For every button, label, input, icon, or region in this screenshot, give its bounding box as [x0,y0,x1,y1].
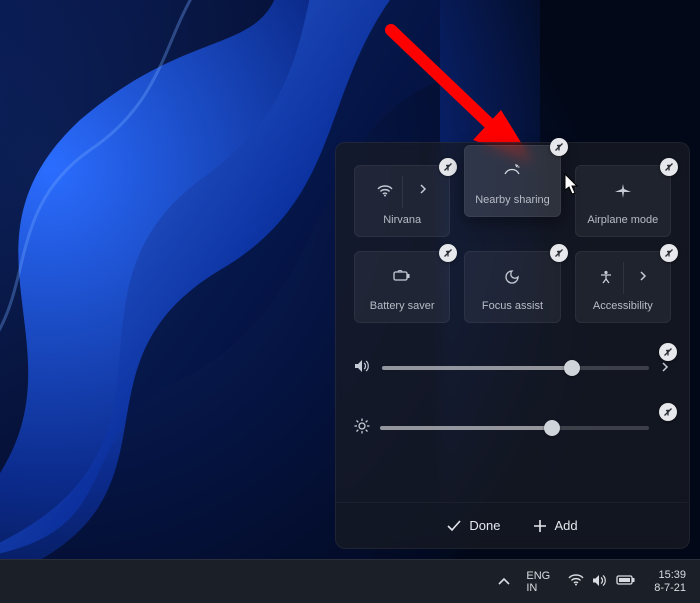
brightness-icon [354,418,370,439]
unpin-button[interactable] [550,138,568,156]
chevron-right-icon[interactable] [420,184,427,197]
nearby-sharing-icon [503,164,521,176]
wifi-icon [377,185,393,197]
unpin-button[interactable] [660,244,678,262]
focus-assist-tile[interactable]: Focus assist [464,251,560,323]
done-button[interactable]: Done [447,518,500,533]
done-label: Done [469,518,500,533]
lang-secondary: IN [526,582,537,594]
slider-thumb[interactable] [564,360,580,376]
quick-settings-panel: Nirvana Nearby sharing A [335,142,690,549]
tiles-row-1: Nirvana Nearby sharing A [354,165,671,237]
airplane-icon [615,184,631,198]
nearby-sharing-tile[interactable]: Nearby sharing [464,145,560,217]
plus-icon [534,520,546,532]
tile-label: Airplane mode [587,214,658,226]
tray-overflow-chevron[interactable] [490,569,518,595]
unpin-button[interactable] [660,158,678,176]
focus-assist-icon [505,270,519,284]
unpin-button[interactable] [550,244,568,262]
check-icon [447,520,461,532]
tile-label: Battery saver [370,300,435,312]
battery-saver-tile[interactable]: Battery saver [354,251,450,323]
tile-label: Accessibility [593,300,653,312]
add-button[interactable]: Add [534,518,577,533]
brightness-slider[interactable] [354,413,671,443]
tiles-row-2: Battery saver Focus assist [354,251,671,323]
airplane-mode-tile[interactable]: Airplane mode [575,165,671,237]
language-indicator[interactable]: ENG IN [518,570,558,594]
volume-icon [354,359,372,378]
tile-label: Nearby sharing [475,194,550,206]
wifi-tile[interactable]: Nirvana [354,165,450,237]
panel-footer: Done Add [336,502,689,548]
unpin-button[interactable] [439,158,457,176]
date-label: 8-7-21 [654,582,686,595]
lang-primary: ENG [526,570,550,582]
accessibility-icon [599,270,613,284]
slider-track[interactable] [380,426,649,430]
tile-label: Nirvana [383,214,421,226]
time-label: 15:39 [658,569,686,582]
slider-thumb[interactable] [544,420,560,436]
tile-label: Focus assist [482,300,543,312]
unpin-button[interactable] [659,343,677,361]
clock[interactable]: 15:39 8-7-21 [646,569,694,595]
volume-icon [592,574,608,590]
battery-icon [616,574,636,589]
unpin-button[interactable] [439,244,457,262]
unpin-button[interactable] [659,403,677,421]
add-label: Add [554,518,577,533]
accessibility-tile[interactable]: Accessibility [575,251,671,323]
chevron-right-icon[interactable] [640,271,647,284]
volume-slider[interactable] [354,353,671,383]
chevron-right-icon[interactable] [659,362,671,375]
battery-saver-icon [392,270,412,282]
system-tray[interactable] [558,574,646,590]
slider-track[interactable] [382,366,649,370]
taskbar: ENG IN 15:39 8-7-21 [0,559,700,603]
wifi-icon [568,574,584,589]
